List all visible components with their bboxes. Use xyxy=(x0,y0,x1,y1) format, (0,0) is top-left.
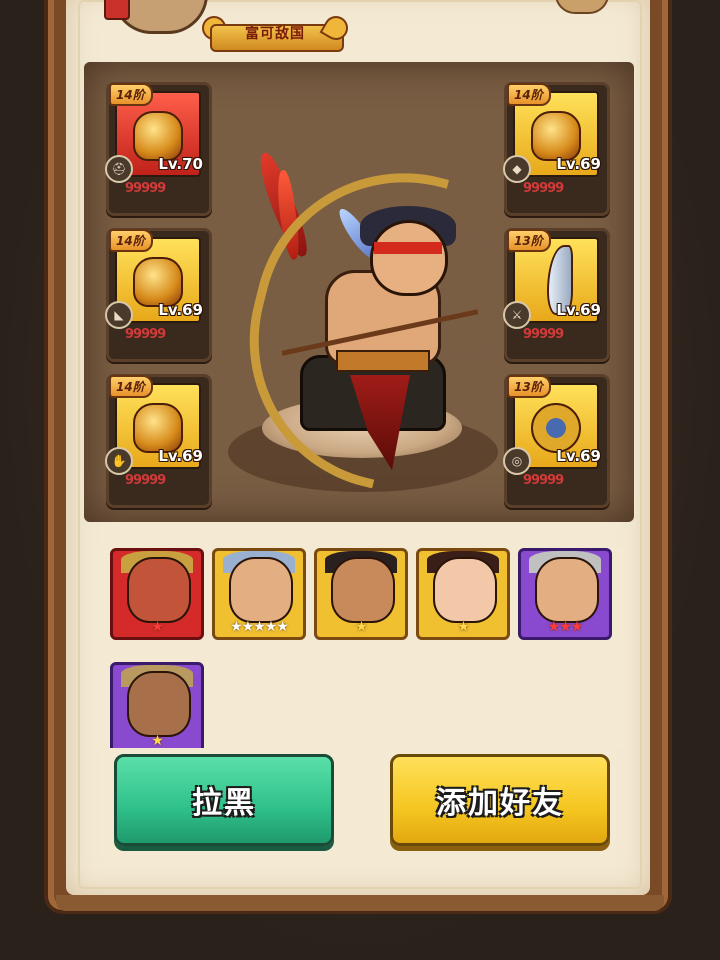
hero-stars: ★★★ xyxy=(547,619,584,635)
add-friend-button-label: 添加好友 xyxy=(436,786,564,821)
title-banner: 富可敌国 xyxy=(197,11,353,52)
equipment-slot-gloves[interactable]: 14阶 ✋ Lv.69 99999 xyxy=(105,374,212,508)
equipment-level: Lv.69 xyxy=(158,447,203,465)
enhance-stars: 99999 xyxy=(125,327,166,342)
equipment-level: Lv.69 xyxy=(158,301,203,319)
hero-belt xyxy=(336,350,430,372)
block-button[interactable]: 拉黑 xyxy=(114,754,334,846)
hero-figure[interactable] xyxy=(217,141,500,489)
helmet-icon xyxy=(133,111,183,161)
glove-type-icon: ✋ xyxy=(105,447,133,475)
ring-type-icon: ◎ xyxy=(503,447,531,475)
tier-badge: 14阶 xyxy=(109,375,153,398)
hero-face xyxy=(127,557,191,623)
hero-headband xyxy=(374,242,442,254)
tier-badge: 14阶 xyxy=(109,229,153,252)
equipment-slot-weapon[interactable]: 13阶 ⚔ Lv.69 99999 xyxy=(503,228,610,362)
equipment-slot-armor[interactable]: 14阶 ◆ Lv.69 99999 xyxy=(503,82,610,216)
equipment-level: Lv.69 xyxy=(556,301,601,319)
hero-face xyxy=(331,557,395,623)
equipment-slot-boots[interactable]: 14阶 ◣ Lv.69 99999 xyxy=(105,228,212,362)
enhance-stars: 99999 xyxy=(125,473,166,488)
hero-portrait[interactable]: ★ xyxy=(110,662,204,748)
weapon-type-icon: ⚔ xyxy=(503,301,531,329)
equipment-slot-helmet[interactable]: 14阶 ⛑ Lv.70 99999 xyxy=(105,82,212,216)
boot-icon xyxy=(133,257,183,307)
glove-icon xyxy=(133,403,183,453)
hero-face xyxy=(433,557,497,623)
hero-stars: ★★★★★ xyxy=(230,619,289,635)
hero-head xyxy=(370,220,448,296)
hero-stars: ★ xyxy=(355,619,368,635)
hero-roster[interactable]: ★ ★★★★★ ★ ★ ★★★ ★ xyxy=(94,548,624,748)
rank-shield-icon xyxy=(104,0,130,20)
enhance-stars: 99999 xyxy=(523,327,564,342)
hero-stars: ★ xyxy=(151,733,164,748)
add-friend-button[interactable]: 添加好友 xyxy=(390,754,610,846)
armor-icon xyxy=(531,111,581,161)
tier-badge: 13阶 xyxy=(507,375,551,398)
hero-portrait[interactable]: ★ xyxy=(416,548,510,640)
ring-icon xyxy=(531,403,581,453)
hero-portrait[interactable]: ★ xyxy=(314,548,408,640)
hero-stars: ★ xyxy=(457,619,470,635)
helmet-type-icon: ⛑ xyxy=(105,155,133,183)
enhance-stars: 99999 xyxy=(523,181,564,196)
block-button-label: 拉黑 xyxy=(192,786,256,821)
tier-badge: 13阶 xyxy=(507,229,551,252)
enhance-stars: 99999 xyxy=(125,181,166,196)
armor-type-icon: ◆ xyxy=(503,155,531,183)
hero-face xyxy=(535,557,599,623)
enhance-stars: 99999 xyxy=(523,473,564,488)
hero-portrait[interactable]: ★★★ xyxy=(518,548,612,640)
hero-face xyxy=(127,671,191,737)
equipment-slot-ring[interactable]: 13阶 ◎ Lv.69 99999 xyxy=(503,374,610,508)
boot-type-icon: ◣ xyxy=(105,301,133,329)
frame-bottom-edge xyxy=(56,895,664,911)
hero-portrait[interactable]: ★★★★★ xyxy=(212,548,306,640)
equipment-level: Lv.69 xyxy=(556,155,601,173)
equipment-level: Lv.70 xyxy=(158,155,203,173)
hero-portrait[interactable]: ★ xyxy=(110,548,204,640)
hero-face xyxy=(229,557,293,623)
title-text: 富可敌国 xyxy=(245,26,305,42)
hero-stars: ★ xyxy=(151,619,164,635)
tier-badge: 14阶 xyxy=(109,83,153,106)
equipment-level: Lv.69 xyxy=(556,447,601,465)
tier-badge: 14阶 xyxy=(507,83,551,106)
